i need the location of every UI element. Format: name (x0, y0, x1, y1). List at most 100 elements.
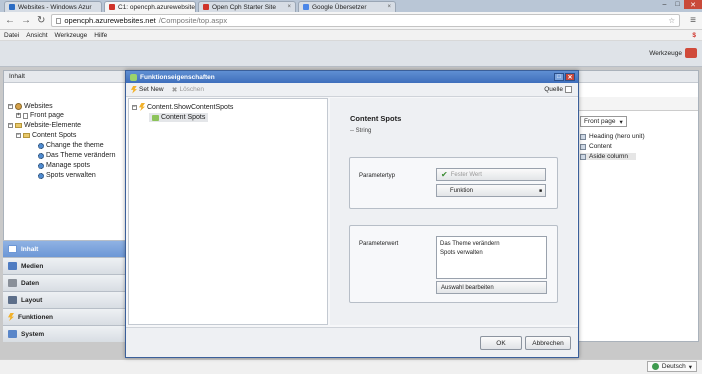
placeholder-item-selected[interactable]: Aside column (580, 153, 637, 160)
reload-icon[interactable]: ↻ (37, 15, 45, 26)
tree-node-website-elements[interactable]: − Website-Elemente (8, 122, 81, 129)
tree-node-websites[interactable]: − Websites (8, 103, 53, 110)
tree-node-spots-verwalten[interactable]: Spots verwalten (38, 172, 96, 179)
panel-header (576, 71, 698, 83)
section-daten[interactable]: Daten (3, 274, 127, 291)
url-path: /Composite/top.aspx (158, 16, 228, 25)
parameter-value-label: Parameterwert (359, 241, 399, 247)
tree-node-manage-spots[interactable]: Manage spots (38, 162, 90, 169)
ok-button[interactable]: OK (480, 336, 522, 350)
section-funktionen[interactable]: Funktionen (3, 308, 127, 325)
placeholder-item[interactable]: Content (580, 143, 612, 150)
edit-selection-label: Auswahl bearbeiten (441, 284, 494, 291)
parameter-icon (152, 114, 159, 121)
tree-label: Front page (30, 112, 64, 119)
app-header (0, 41, 702, 67)
google-translate-favicon-icon (303, 4, 309, 10)
section-label: Inhalt (21, 245, 39, 253)
dialog-title: Funktionseigenschaften (140, 73, 215, 81)
tree-label: Website-Elemente (24, 122, 82, 129)
edit-selection-button[interactable]: Auswahl bearbeiten (436, 281, 547, 294)
function-button[interactable]: Funktion ■ (436, 184, 546, 197)
dialog-titlebar[interactable]: Funktionseigenschaften □ ✕ (126, 71, 578, 83)
minimize-icon[interactable]: – (658, 0, 671, 9)
close-tab-icon[interactable]: × (287, 4, 291, 10)
browser-tab-c1[interactable]: C1: opencph.azurewebsite (104, 1, 196, 12)
browser-tab-bar: Websites - Windows Azur C1: opencph.azur… (0, 0, 702, 12)
folder-icon (15, 123, 22, 128)
placeholder-label: Heading (hero unit) (589, 133, 645, 140)
parameter-type-group: Parametertyp ✔ Fester Wert Funktion ■ (349, 157, 558, 209)
checkmark-icon: ✔ (441, 170, 448, 179)
function-bolt-icon (131, 85, 137, 94)
forward-icon[interactable]: → (21, 15, 31, 26)
panel-title: Inhalt (9, 73, 25, 80)
window-controls: – □ ✕ (658, 0, 702, 10)
section-label: System (21, 330, 45, 338)
collapse-icon[interactable]: − (8, 104, 13, 109)
section-system[interactable]: System (3, 325, 127, 342)
toolbox-icon[interactable] (685, 48, 697, 58)
maximize-icon[interactable]: □ (554, 73, 564, 81)
section-inhalt[interactable]: Inhalt (3, 240, 127, 257)
tree-node-show-content-spots[interactable]: − Content.ShowContentSpots (132, 103, 233, 111)
function-properties-dialog: Funktionseigenschaften □ ✕ Set New ✖ Lös… (125, 70, 579, 358)
tab-label: C1: opencph.azurewebsite (118, 3, 195, 11)
tree-node-front-page[interactable]: + Front page (16, 112, 64, 119)
browser-menu-icon[interactable]: ≡ (690, 15, 696, 26)
placeholder-label: Content (589, 143, 612, 150)
menu-item-werkzeuge[interactable]: Werkzeuge (55, 32, 88, 39)
edit-source-icon (565, 86, 572, 93)
menu-item-hilfe[interactable]: Hilfe (94, 32, 107, 39)
dropdown-arrow-icon: ▾ (688, 363, 692, 371)
delete-button[interactable]: ✖ Löschen (172, 86, 204, 94)
collapse-icon[interactable]: − (8, 123, 13, 128)
section-label: Daten (21, 279, 40, 287)
url-host: opencph.azurewebsites.net (64, 16, 156, 25)
fixed-value-button[interactable]: ✔ Fester Wert (436, 168, 546, 181)
tab-label: Google Übersetzer (312, 3, 367, 11)
tree-node-change-theme[interactable]: Change the theme (38, 142, 104, 149)
browser-tab-translate[interactable]: Google Übersetzer × (298, 1, 396, 12)
cancel-button[interactable]: Abbrechen (525, 336, 571, 350)
collapse-icon[interactable]: − (132, 104, 137, 110)
maximize-icon[interactable]: □ (671, 0, 684, 9)
url-field[interactable]: opencph.azurewebsites.net/Composite/top.… (51, 14, 681, 27)
tab-label: Websites - Windows Azur (18, 3, 92, 11)
selected-values-list[interactable]: Das Theme verändern Spots verwalten (436, 236, 547, 279)
tree-node-content-spots-param[interactable]: Content Spots (149, 113, 209, 122)
globe-icon (651, 363, 659, 370)
close-icon[interactable]: ✕ (565, 73, 575, 81)
placeholder-panel: Front page ▾ Heading (hero unit) Content… (575, 70, 699, 342)
bookmark-star-icon[interactable]: ☆ (668, 16, 675, 25)
c1-favicon-icon (203, 4, 209, 10)
status-bar (0, 359, 702, 374)
tree-label: Content Spots (161, 114, 206, 121)
placeholder-label: Aside column (589, 153, 629, 160)
section-layout[interactable]: Layout (3, 291, 127, 308)
tree-label: Websites (24, 103, 53, 110)
language-value: Deutsch (661, 363, 686, 370)
set-new-button[interactable]: Set New (131, 85, 164, 94)
tree-node-theme-veraendern[interactable]: Das Theme verändern (38, 152, 116, 159)
menu-item-ansicht[interactable]: Ansicht (26, 32, 47, 39)
tree-node-content-spots[interactable]: − Content Spots (16, 132, 76, 139)
menu-item-datei[interactable]: Datei (4, 32, 19, 39)
close-tab-icon[interactable]: × (387, 4, 391, 10)
page-selector[interactable]: Front page ▾ (580, 116, 627, 127)
language-selector[interactable]: Deutsch ▾ (646, 361, 697, 372)
source-button[interactable]: Quelle (544, 86, 572, 93)
delete-label: Löschen (179, 86, 205, 93)
menu-bar: Datei Ansicht Werkzeuge Hilfe $ (0, 30, 702, 41)
expand-icon[interactable]: + (16, 113, 21, 118)
section-medien[interactable]: Medien (3, 257, 127, 274)
close-window-icon[interactable]: ✕ (684, 0, 702, 9)
back-icon[interactable]: ← (5, 15, 15, 26)
function-bolt-icon (139, 103, 145, 111)
collapse-icon[interactable]: − (16, 133, 21, 138)
section-label: Layout (21, 296, 43, 304)
placeholder-item[interactable]: Heading (hero unit) (580, 133, 645, 140)
tools-label[interactable]: Werkzeuge (649, 50, 682, 57)
browser-tab-opencph[interactable]: Open Cph Starter Site × (198, 1, 296, 12)
browser-tab-azure[interactable]: Websites - Windows Azur (4, 1, 102, 12)
